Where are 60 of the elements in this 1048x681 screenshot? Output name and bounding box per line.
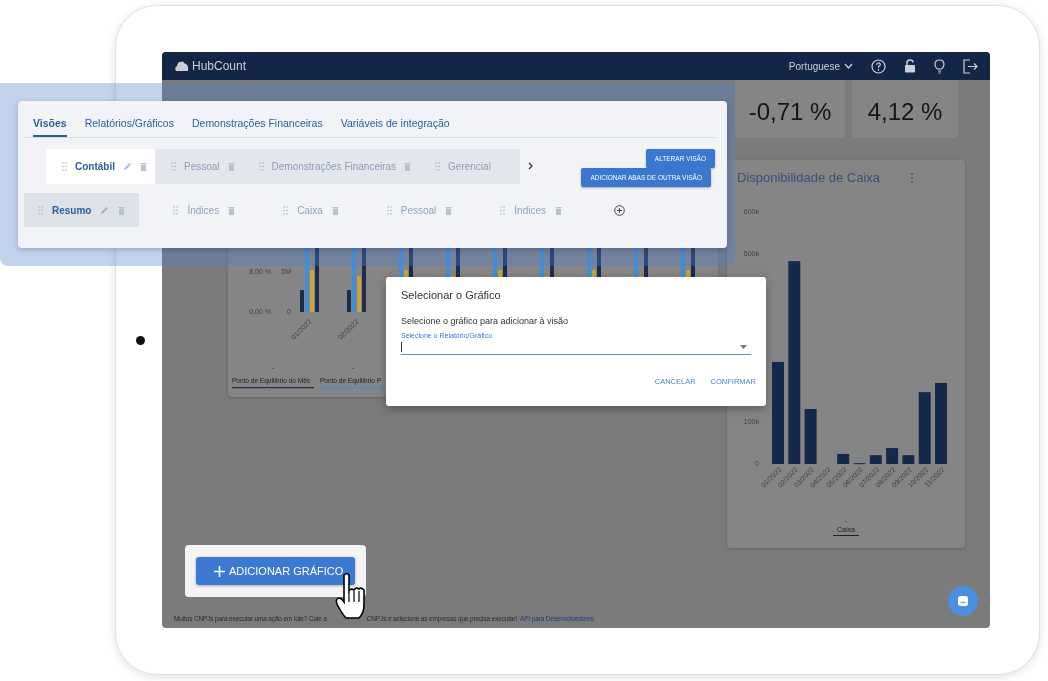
sheet-tab[interactable]: Resumo [52,204,92,216]
chat-button[interactable] [948,586,978,616]
chart-bar [869,455,882,464]
chat-icon [957,595,969,607]
trash-icon[interactable] [118,205,126,215]
tab[interactable]: Relatórios/Gráficos [84,117,174,137]
view-tab[interactable]: Pessoal [184,149,220,184]
dialog-title: Selecionar o Gráfico [401,289,502,301]
view-tab[interactable]: Contábil [75,149,115,184]
trash-icon[interactable] [404,162,412,171]
drag-handle-icon[interactable] [283,205,289,215]
camera-dot [136,336,145,345]
logo-text: HubCount [192,59,247,73]
kpi-value: -0,71 % [748,98,832,126]
chart-bar [804,409,817,464]
tab[interactable]: Variáveis de integração [340,117,450,137]
edit-icon[interactable] [100,205,110,215]
trash-icon[interactable] [140,162,147,171]
sheet-tab[interactable]: Pessoal [400,204,437,216]
trash-icon[interactable] [228,205,236,215]
drag-handle-icon[interactable] [386,205,392,215]
trash-icon[interactable] [227,162,235,171]
cloud-icon [174,60,190,72]
edit-icon[interactable] [123,162,132,171]
chart-bar [886,448,899,464]
chart-bar [902,455,915,464]
lightbulb-icon[interactable] [934,58,945,74]
chevron-right-icon[interactable] [528,162,533,170]
drag-handle-icon[interactable] [435,162,441,171]
drag-handle-icon[interactable] [500,205,506,215]
plus-icon [214,565,225,577]
sheet-tab[interactable]: Índices [514,204,546,216]
chart-bar [837,453,850,464]
language-dropdown[interactable]: Portuguese [788,60,853,72]
tab[interactable]: Demonstrações Financeiras [191,117,323,137]
tab[interactable]: Visões [33,117,67,137]
trash-icon[interactable] [445,205,453,215]
kpi-value: 4,12 % [867,98,943,126]
drag-handle-icon[interactable] [38,205,43,215]
view-tab[interactable]: Demonstrações Financeiras [271,149,397,184]
logout-icon[interactable] [963,58,978,74]
drag-handle-icon[interactable] [62,162,67,171]
sheet-tab[interactable]: Caixa [297,204,323,216]
drag-handle-icon[interactable] [173,205,179,215]
trash-icon[interactable] [555,205,562,215]
unlock-icon[interactable] [904,59,916,73]
add-chart-button[interactable]: ADICIONAR GRÁFICO [196,557,356,585]
sheet-tab[interactable]: Índices [187,204,220,216]
help-icon[interactable] [871,58,886,74]
drag-handle-icon[interactable] [171,162,176,171]
dropdown-caret-icon [740,344,747,349]
drag-handle-icon[interactable] [258,162,264,171]
more-icon[interactable] [910,171,915,184]
chart-title: Disponibilidade de Caixa [737,170,881,185]
view-tab[interactable]: Gerencial [448,149,491,184]
chevron-down-icon[interactable] [844,63,853,69]
trash-icon[interactable] [331,205,339,215]
dialog-message: Selecione o gráfico para adicionar à visão [401,316,570,326]
chart-bar [918,392,931,464]
add-circle-icon[interactable] [614,204,625,216]
